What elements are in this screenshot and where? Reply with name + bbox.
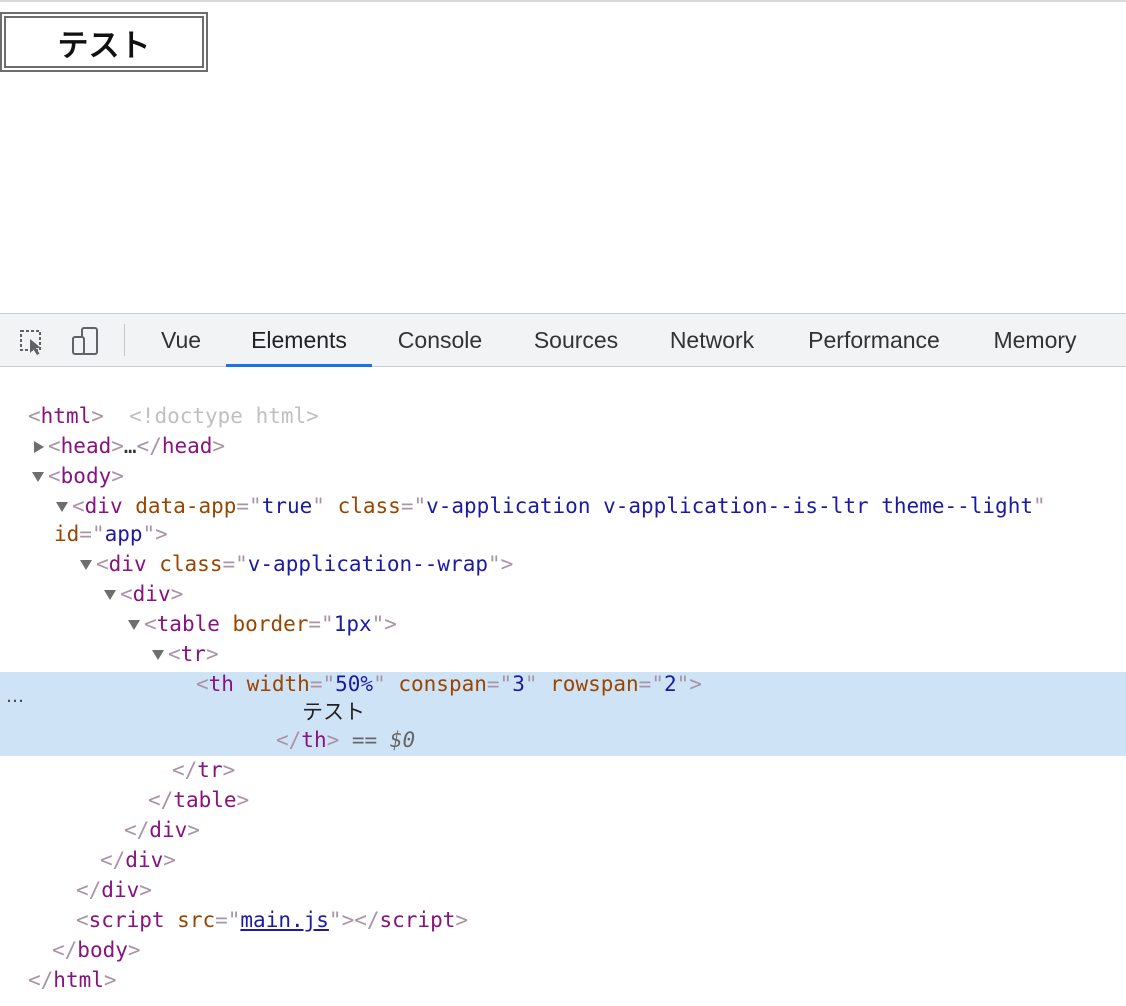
tree-line-html-close[interactable]: </html> — [0, 965, 1126, 995]
attr-name: conspan — [398, 672, 487, 696]
tree-line-div-wrap-close[interactable]: </div> — [0, 845, 1126, 875]
tree-line-div-app[interactable]: <div data-app="true" class="v-applicatio… — [0, 491, 1126, 521]
tag-name: div — [84, 494, 123, 518]
tag-name: table — [173, 788, 237, 812]
attr-value: 3 — [512, 672, 525, 696]
tag-name: html — [53, 968, 104, 992]
attr-name: rowspan — [550, 672, 639, 696]
collapse-triangle-icon[interactable] — [128, 620, 140, 630]
tag-name: head — [60, 434, 112, 458]
attr-value: v-application--wrap — [247, 552, 488, 576]
tab-network[interactable]: Network — [652, 314, 772, 367]
tree-line-table-close[interactable]: </table> — [0, 785, 1126, 815]
collapse-triangle-icon[interactable] — [32, 472, 44, 482]
tree-line-script[interactable]: <script src="main.js"></script> — [0, 905, 1126, 935]
table-row: テスト — [4, 16, 204, 68]
tree-line-th-text[interactable]: テスト — [0, 697, 1126, 727]
tree-line-div-app-close[interactable]: </div> — [0, 875, 1126, 905]
tag-name: th — [301, 728, 327, 752]
attr-value: app — [104, 522, 143, 546]
script-src-link[interactable]: main.js — [240, 908, 329, 932]
attr-name: id — [54, 522, 80, 546]
attr-value: v-application v-application--is-ltr them… — [426, 494, 1033, 518]
collapse-triangle-icon[interactable] — [104, 590, 116, 600]
tab-memory[interactable]: Memory — [978, 314, 1092, 367]
attr-name: src — [177, 908, 216, 932]
device-toggle-icon[interactable] — [70, 326, 100, 356]
attr-name: width — [246, 672, 310, 696]
tree-line-html[interactable]: <html> — [0, 401, 1126, 431]
page-viewport: テスト — [0, 0, 1126, 313]
browser-page: テスト Vue Elements Console Sources Network… — [0, 0, 1126, 1006]
tag-name: script — [379, 908, 456, 932]
tab-elements[interactable]: Elements — [226, 314, 372, 367]
collapse-triangle-icon[interactable] — [152, 650, 164, 660]
tag-name: div — [125, 848, 164, 872]
tag-name: head — [161, 434, 213, 458]
tag-name: tr — [197, 758, 223, 782]
tag-name: th — [208, 672, 234, 696]
tag-name: body — [60, 464, 112, 488]
tab-sources[interactable]: Sources — [516, 314, 636, 367]
tag-name: tr — [180, 642, 206, 666]
tab-console[interactable]: Console — [380, 314, 500, 367]
expand-triangle-icon[interactable] — [34, 441, 44, 453]
tag-name: script — [88, 908, 165, 932]
tree-line-div[interactable]: <div> — [0, 579, 1126, 609]
tag-name: body — [77, 938, 128, 962]
tree-line-tr[interactable]: <tr> — [0, 639, 1126, 669]
tag-name: div — [108, 552, 147, 576]
devtools-panel: Vue Elements Console Sources Network Per… — [0, 313, 1126, 1006]
table-header-cell: テスト — [4, 16, 204, 68]
tree-line-body-close[interactable]: </body> — [0, 935, 1126, 965]
attr-name: data-app — [135, 494, 237, 518]
tree-line-div-app-cont[interactable]: id="app"> — [0, 519, 1126, 549]
tree-line-th-close[interactable]: </th> == $0 — [0, 725, 1126, 755]
attr-value: 1px — [333, 612, 372, 636]
toolbar-separator — [124, 324, 125, 356]
tree-line-div-wrap[interactable]: <div class="v-application--wrap"> — [0, 549, 1126, 579]
attr-value: 50% — [335, 672, 374, 696]
collapsed-ellipsis[interactable]: … — [124, 434, 137, 458]
tag-name: table — [156, 612, 220, 636]
collapse-triangle-icon[interactable] — [56, 502, 68, 512]
attr-value: 2 — [663, 672, 677, 696]
tree-line-div-close[interactable]: </div> — [0, 815, 1126, 845]
tag-name: html — [40, 404, 92, 428]
tree-line-head[interactable]: <head>…</head> — [0, 431, 1126, 461]
tree-line-doctype[interactable]: <!doctype html> — [0, 371, 1126, 428]
tag-name: div — [132, 582, 171, 606]
collapse-triangle-icon[interactable] — [80, 560, 92, 570]
tag-name: div — [149, 818, 188, 842]
inspect-element-icon[interactable] — [18, 326, 48, 356]
tab-performance[interactable]: Performance — [792, 314, 956, 367]
tag-name: div — [101, 878, 140, 902]
tree-line-tr-close[interactable]: </tr> — [0, 755, 1126, 785]
tab-vue[interactable]: Vue — [142, 314, 220, 367]
demo-table: テスト — [0, 12, 208, 72]
devtools-toolbar: Vue Elements Console Sources Network Per… — [0, 313, 1126, 367]
selected-marker: == $0 — [351, 728, 416, 752]
tree-line-table[interactable]: <table border="1px"> — [0, 609, 1126, 639]
attr-name: class — [337, 494, 401, 518]
tree-line-th-open[interactable]: <th width="50%" conspan="3" rowspan="2"> — [0, 669, 1126, 699]
tree-line-body[interactable]: <body> — [0, 461, 1126, 491]
attr-name: class — [159, 552, 223, 576]
attr-value: true — [261, 494, 313, 518]
attr-name: border — [232, 612, 309, 636]
text-node: テスト — [302, 701, 365, 724]
